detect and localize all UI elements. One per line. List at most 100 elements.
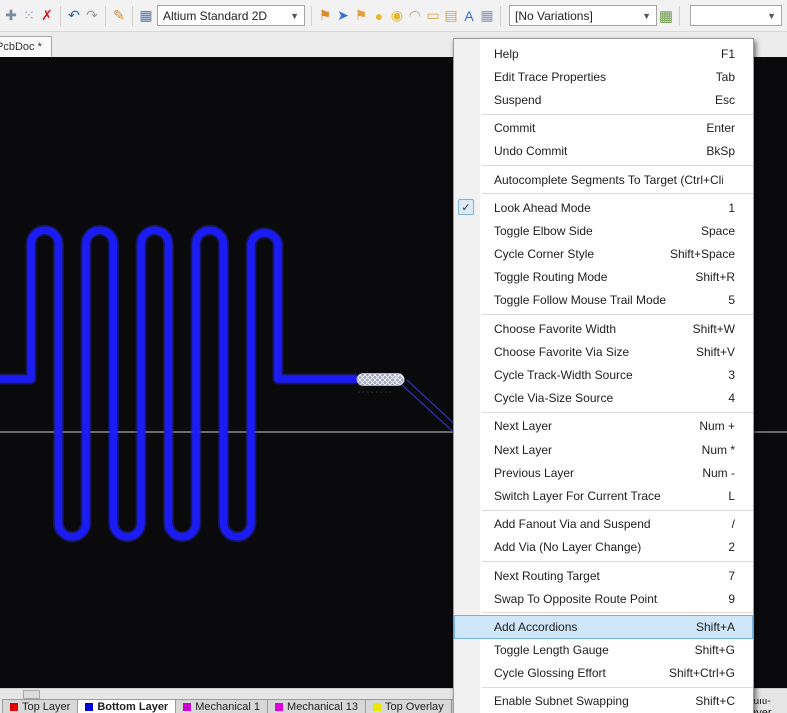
menu-item-shortcut: Shift+G — [695, 643, 735, 657]
route-select-icon[interactable]: ➤ — [334, 5, 352, 27]
menu-item-cycle-glossing-effort[interactable]: Cycle Glossing Effort Shift+Ctrl+G — [454, 662, 753, 685]
horizontal-scrollbar-thumb[interactable] — [23, 690, 40, 699]
menu-item-toggle-elbow-side[interactable]: Toggle Elbow SideSpace — [454, 219, 753, 242]
layer-tab-mechanical-13[interactable]: Mechanical 13 — [267, 699, 365, 713]
menu-item-cycle-track-width-source[interactable]: Cycle Track-Width Source 3 — [454, 363, 753, 386]
toolbar-group-brush: ✎ — [110, 5, 128, 27]
layer-tab-top-layer[interactable]: Top Layer — [2, 699, 77, 713]
menu-item-label: Look Ahead Mode — [494, 201, 716, 215]
pad-icon[interactable]: ● — [370, 5, 388, 27]
toolbar-separator — [500, 6, 501, 26]
layer-color-swatch — [10, 703, 18, 711]
menu-item-cycle-via-size-source[interactable]: Cycle Via-Size Source 4 — [454, 387, 753, 410]
menu-item-shortcut: Enter — [706, 121, 735, 135]
layer-tab-mechanical-1[interactable]: Mechanical 1 — [175, 699, 267, 713]
toolbar-separator — [311, 6, 312, 26]
menu-item-shortcut: Num + — [699, 419, 735, 433]
menu-item-shortcut: Shift+Space — [670, 247, 735, 261]
menu-item-next-routing-target[interactable]: Next Routing Target7 — [454, 564, 753, 587]
menu-item-next-layer[interactable]: Next LayerNum * — [454, 438, 753, 461]
menu-item-next-layer[interactable]: Next LayerNum + — [454, 415, 753, 438]
menu-item-shortcut: Shift+R — [695, 270, 735, 284]
document-tab-pcbdoc[interactable]: PcbDoc * — [0, 36, 52, 57]
layer-tab-label: Bottom Layer — [97, 701, 168, 713]
menu-separator — [482, 561, 753, 562]
menu-item-label: Add Accordions — [494, 620, 684, 634]
text-icon[interactable]: A — [460, 5, 478, 27]
brush-icon[interactable]: ✎ — [110, 5, 128, 27]
layer-tab-top-overlay[interactable]: Top Overlay — [365, 699, 451, 713]
variant-chip-icon[interactable]: ▦ — [657, 5, 675, 27]
menu-item-shortcut: 5 — [728, 293, 735, 307]
menu-item-label: Choose Favorite Width — [494, 322, 681, 336]
pad-array-icon[interactable]: ▤ — [442, 5, 460, 27]
menu-item-label: Enable Subnet Swapping — [494, 694, 683, 708]
menu-item-toggle-length-gauge[interactable]: Toggle Length GaugeShift+G — [454, 639, 753, 662]
toolbar-separator — [105, 6, 106, 26]
menu-item-enable-subnet-swapping[interactable]: Enable Subnet SwappingShift+C — [454, 690, 753, 713]
menu-item-add-fanout-via-and-suspend[interactable]: Add Fanout Via and Suspend/ — [454, 513, 753, 536]
menu-item-shortcut: 3 — [728, 368, 735, 382]
interactive-routing-icon[interactable]: ⚑ — [316, 5, 334, 27]
menu-item-suspend[interactable]: SuspendEsc — [454, 88, 753, 111]
via-icon[interactable]: ◉ — [388, 5, 406, 27]
menu-item-choose-favorite-width[interactable]: Choose Favorite WidthShift+W — [454, 317, 753, 340]
menu-item-shortcut: 4 — [728, 391, 735, 405]
redo-icon[interactable]: ↷ — [83, 5, 101, 27]
toolbar: ✚⁙✗ ↶↷ ✎ ▦ Altium Standard 2D ▼ ⚑➤⚑●◉◠▭▤… — [0, 0, 787, 32]
menu-item-toggle-follow-mouse-trail-mode[interactable]: Toggle Follow Mouse Trail Mode5 — [454, 289, 753, 312]
move-component-icon[interactable]: ✚ — [2, 5, 20, 27]
menu-item-edit-trace-properties[interactable]: Edit Trace PropertiesTab — [454, 65, 753, 88]
menu-item-undo-commit[interactable]: Undo CommitBkSp — [454, 140, 753, 163]
menu-item-label: Cycle Via-Size Source — [494, 391, 716, 405]
menu-item-label: Autocomplete Segments To Target (Ctrl+Cl… — [494, 173, 723, 187]
menu-item-shortcut: Shift+Ctrl+G — [669, 666, 735, 680]
layer-tab-bottom-layer[interactable]: Bottom Layer — [77, 699, 175, 713]
menu-item-label: Cycle Glossing Effort — [494, 666, 657, 680]
altium-pcb-editor-window: ✚⁙✗ ↶↷ ✎ ▦ Altium Standard 2D ▼ ⚑➤⚑●◉◠▭▤… — [0, 0, 787, 713]
menu-item-shortcut: Space — [701, 224, 735, 238]
menu-separator — [482, 114, 753, 115]
filter-icon[interactable]: ▦ — [137, 5, 155, 27]
menu-item-shortcut: Shift+A — [696, 620, 735, 634]
menu-item-shortcut: / — [732, 517, 735, 531]
menu-item-shortcut: Tab — [716, 70, 735, 84]
clear-filter-icon[interactable]: ✗ — [38, 5, 56, 27]
menu-item-shortcut: 2 — [728, 540, 735, 554]
extra-dropdown[interactable]: ▼ — [690, 5, 782, 26]
menu-item-shortcut: BkSp — [706, 144, 735, 158]
menu-item-add-accordions[interactable]: Add Accordions Shift+A — [454, 615, 753, 638]
undo-icon[interactable]: ↶ — [65, 5, 83, 27]
layer-color-swatch — [183, 703, 191, 711]
menu-item-label: Toggle Routing Mode — [494, 270, 683, 284]
toolbar-group-filter: ▦ — [137, 5, 155, 27]
menu-separator — [482, 510, 753, 511]
menu-item-cycle-corner-style[interactable]: Cycle Corner Style Shift+Space — [454, 243, 753, 266]
menu-item-shortcut: 9 — [728, 592, 735, 606]
menu-item-shortcut: 1 — [728, 201, 735, 215]
menu-separator — [482, 412, 753, 413]
variations-dropdown[interactable]: [No Variations] ▼ — [509, 5, 657, 26]
menu-item-autocomplete-segments-to-target-ctrl-click[interactable]: Autocomplete Segments To Target (Ctrl+Cl… — [454, 168, 753, 191]
menu-item-label: Cycle Track-Width Source — [494, 368, 716, 382]
view-configuration-dropdown[interactable]: Altium Standard 2D ▼ — [157, 5, 305, 26]
fill-icon[interactable]: ▭ — [424, 5, 442, 27]
menu-item-shortcut: Num - — [702, 466, 735, 480]
arc-icon[interactable]: ◠ — [406, 5, 424, 27]
menu-item-toggle-routing-mode[interactable]: Toggle Routing Mode Shift+R — [454, 266, 753, 289]
component-icon[interactable]: ▦ — [478, 5, 496, 27]
menu-item-commit[interactable]: CommitEnter — [454, 117, 753, 140]
menu-item-switch-layer-for-current-trace[interactable]: Switch Layer For Current TraceL — [454, 484, 753, 507]
menu-item-swap-to-opposite-route-point[interactable]: Swap To Opposite Route Point9 — [454, 587, 753, 610]
menu-item-help[interactable]: HelpF1 — [454, 42, 753, 65]
menu-item-add-via-no-layer-change[interactable]: Add Via (No Layer Change)2 — [454, 536, 753, 559]
menu-item-previous-layer[interactable]: Previous LayerNum - — [454, 461, 753, 484]
menu-item-look-ahead-mode[interactable]: ✓Look Ahead Mode1 — [454, 196, 753, 219]
menu-item-shortcut: Esc — [715, 93, 735, 107]
menu-item-shortcut: 7 — [728, 569, 735, 583]
snap-grid-icon[interactable]: ⁙ — [20, 5, 38, 27]
diff-pair-routing-icon[interactable]: ⚑ — [352, 5, 370, 27]
menu-item-label: Cycle Corner Style — [494, 247, 658, 261]
menu-item-choose-favorite-via-size[interactable]: Choose Favorite Via SizeShift+V — [454, 340, 753, 363]
layer-color-swatch — [373, 703, 381, 711]
